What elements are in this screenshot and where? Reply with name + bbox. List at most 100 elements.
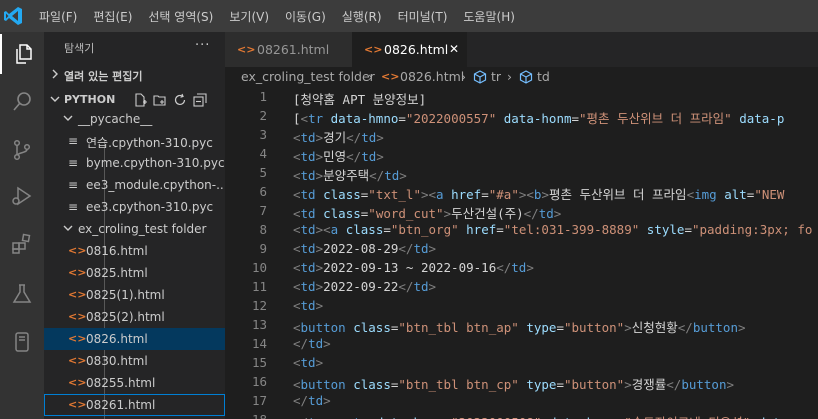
tree-item-label: 08255.html [86, 376, 156, 390]
code-editor[interactable]: 123456789101112131415161718 [청약홈 APT 분양정… [225, 89, 818, 419]
code-token: > [726, 377, 734, 392]
code-token: </ [293, 393, 309, 408]
menu-run[interactable]: 실행(R) [334, 4, 390, 29]
code-token: href [451, 187, 482, 202]
code-token: data-hmno [330, 111, 399, 126]
menu-selection[interactable]: 선택 영역(S) [140, 4, 221, 29]
code-token: < [293, 320, 301, 335]
line-number: 4 [259, 146, 267, 161]
code-token: </ [398, 279, 414, 294]
tree-file[interactable]: <> 0816.html [44, 240, 225, 262]
code-token: [청약홈 APT 분양정보] [293, 92, 427, 107]
code-token: 두산건설(주) [451, 206, 524, 221]
code-token: </ [398, 241, 414, 256]
new-file-icon[interactable] [130, 91, 150, 109]
code-token: "#a" [488, 187, 519, 202]
code-token: > [443, 206, 452, 221]
activity-bar [0, 32, 44, 419]
tree-folder[interactable]: __pycache__ [44, 108, 225, 130]
code-token: 분양주택 [323, 168, 370, 183]
tree-file[interactable]: <> 0825(2).html [44, 306, 225, 328]
explorer-icon[interactable] [0, 34, 44, 74]
code-line: <td>분양주택</td> [293, 165, 407, 184]
code-token: data-hmno [376, 415, 444, 419]
tree-file[interactable]: <> 0830.html [44, 350, 225, 372]
menu-edit[interactable]: 편집(E) [85, 4, 140, 29]
code-token: td [511, 260, 527, 275]
code-token: img [694, 187, 717, 202]
menu-go[interactable]: 이동(G) [277, 4, 334, 29]
tree-file[interactable]: <> 08261.html [44, 394, 225, 416]
tree-file[interactable]: <> 0825(1).html [44, 284, 225, 306]
tab-08261-html[interactable]: <> 08261.html [225, 32, 352, 67]
tree-file[interactable]: ≡ byme.cpython-310.pyc [44, 152, 225, 174]
tree-item-label: 0825(1).html [86, 288, 165, 302]
refresh-icon[interactable] [170, 91, 190, 109]
breadcrumb-td[interactable]: td [537, 69, 550, 84]
tree-file[interactable]: ≡ ee3.cpython-310.pyc [44, 196, 225, 218]
tree-folder[interactable]: ex_croling_test folder [44, 218, 225, 240]
close-icon[interactable]: ✕ [449, 42, 459, 56]
code-token: < [526, 187, 534, 202]
code-token: td [413, 279, 429, 294]
search-icon[interactable] [0, 82, 44, 122]
html-file-icon: <> [237, 43, 256, 56]
code-token: = [556, 320, 564, 335]
chevron-right-icon: › [461, 69, 466, 84]
tab-0826-html[interactable]: <> 0826.html ✕ [352, 32, 467, 67]
menu-view[interactable]: 보기(V) [221, 4, 277, 29]
code-token: = [481, 187, 489, 202]
code-token: </ [346, 149, 362, 164]
tree-file[interactable]: <> 0826.html [44, 328, 225, 350]
code-token: = [496, 222, 504, 237]
code-token: , [331, 415, 346, 419]
code-token: < [293, 241, 301, 256]
code-token: > [315, 279, 324, 294]
breadcrumb-folder[interactable]: ex_croling_test folder [241, 69, 375, 84]
line-number: 2 [259, 108, 267, 123]
new-folder-icon[interactable] [150, 91, 170, 109]
tree-item-label: ee3.cpython-310.pyc [86, 200, 214, 214]
more-actions-icon[interactable]: ··· [195, 38, 210, 53]
code-line: <td>2022-09-22</td> [293, 279, 436, 294]
code-token: 민영 [323, 149, 347, 164]
tree-file[interactable]: ≡ ee3_module.cpython-... [44, 174, 225, 196]
menu-file[interactable]: 파일(F) [31, 4, 85, 29]
breadcrumb-tr[interactable]: tr [491, 69, 501, 84]
remote-explorer-icon[interactable] [0, 322, 44, 362]
collapse-all-icon[interactable] [190, 91, 210, 109]
line-number: 14 [251, 336, 267, 351]
code-token: < [293, 260, 301, 275]
code-token: > [553, 206, 562, 221]
vscode-logo-icon [0, 0, 28, 32]
tree-file[interactable]: <> 0825.html [44, 262, 225, 284]
run-debug-icon[interactable] [0, 176, 44, 216]
code-token: > [420, 187, 429, 202]
tab-label: 08261.html [257, 42, 330, 57]
extensions-icon[interactable] [0, 224, 44, 264]
breadcrumb-file[interactable]: 0826.html [400, 69, 464, 84]
code-token: td [308, 393, 324, 408]
testing-icon[interactable] [0, 274, 44, 314]
tree-item-label: 0825.html [86, 266, 148, 280]
line-number: 13 [251, 317, 267, 332]
section-toolbar [130, 91, 210, 109]
tree-file[interactable]: ≡ 연습.cpython-310.pyc [44, 130, 225, 152]
menu-terminal[interactable]: 터미널(T) [390, 4, 456, 29]
code-token: tr [353, 415, 368, 419]
code-token: > [526, 260, 534, 275]
open-editors-section[interactable]: 열려 있는 편집기 [44, 64, 225, 86]
menu-help[interactable]: 도움말(H) [455, 4, 523, 29]
code-token: > [323, 393, 331, 408]
menu-bar: 파일(F) 편집(E) 선택 영역(S) 보기(V) 이동(G) 실행(R) 터… [31, 0, 523, 32]
code-token: "평촌 두산위브 더 프라임" [579, 111, 732, 126]
open-editors-label: 열려 있는 편집기 [64, 70, 143, 83]
source-control-icon[interactable] [0, 130, 44, 170]
code-line: <td class="word_cut">두산건설(주)</td> [293, 203, 561, 222]
code-token: > [737, 320, 746, 335]
html-file-icon: <> [381, 70, 400, 83]
tree-file[interactable]: <> 08255.html [44, 372, 225, 394]
code-token: < [293, 206, 301, 221]
code-token: < [293, 279, 301, 294]
